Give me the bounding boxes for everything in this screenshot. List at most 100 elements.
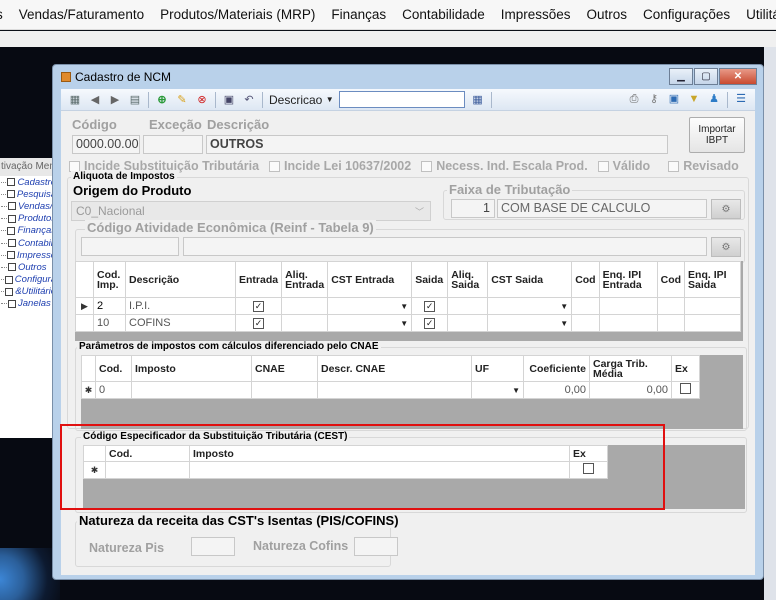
filter-icon[interactable]: ▼ [687,92,701,106]
maximize-button[interactable]: ▢ [694,68,718,85]
table-row[interactable]: ✱ 0 ▼ 0,00 0,00 [81,381,700,399]
navigation-tree: tivação Men Cadastro Pesquisa Vendas/ Pr… [0,158,56,438]
col-ex[interactable]: Ex [671,355,700,382]
col-cod-saida[interactable]: Cod [656,261,686,298]
excecao-field[interactable] [143,135,203,154]
menu-item-contabilidade[interactable]: Contabilidade [394,0,493,29]
reinf-desc-field[interactable] [183,237,707,256]
tree-item-vendas[interactable]: Vendas/ [0,200,56,212]
col-enq-ipi-saida[interactable]: Enq. IPI Saida [684,261,742,298]
tree-item-utilitarios[interactable]: &Utilitário [0,286,56,298]
col-cst-entrada[interactable]: CST Entrada [327,261,413,298]
new-row-indicator: ✱ [81,381,96,399]
first-record-icon[interactable]: ◀ [88,93,102,107]
col-cod-imp[interactable]: Cod. Imp. [93,261,126,298]
saida-checkbox[interactable]: ✓ [411,314,449,332]
edit-icon[interactable]: ✎ [175,93,189,107]
importar-ibpt-button[interactable]: Importar IBPT [689,117,745,153]
tree-item-cadastro[interactable]: Cadastro [0,176,56,188]
natureza-pis-field[interactable] [191,537,235,556]
col-enq-ipi-entrada[interactable]: Enq. IPI Entrada [598,261,658,298]
codigo-label: Código [72,117,117,132]
tree-item-impressoes[interactable]: Impresso [0,249,56,261]
menu-item-configuracoes[interactable]: Configurações [635,0,738,29]
col-carga-trib[interactable]: Carga Trib. Média [589,355,672,382]
col-entrada[interactable]: Entrada [234,261,283,298]
col-descricao[interactable]: Descrição [125,261,236,298]
key-icon[interactable]: ⚷ [647,92,661,106]
codigo-field[interactable]: 0000.00.00 [72,135,140,154]
natureza-cofins-field[interactable] [354,537,398,556]
incide-lei-checkbox[interactable]: Incide Lei 10637/2002 [269,159,411,173]
menu-item-impressoes[interactable]: Impressões [493,0,579,29]
cst-saida-dropdown[interactable]: ▼ [487,297,573,315]
faixa-pick-icon[interactable]: ⚙ [711,199,741,219]
delete-icon[interactable]: ⊗ [195,93,209,107]
search-field-combo[interactable]: Descricao ▼ [266,93,337,107]
col-coeficiente[interactable]: Coeficiente [523,355,590,382]
menu-item-s[interactable]: s [0,0,11,29]
necess-escala-checkbox[interactable]: Necess. Ind. Escala Prod. [421,159,588,173]
app-icon [61,72,71,82]
grid-icon[interactable]: ▦ [68,93,82,107]
origem-combo[interactable]: C0_Nacional ﹀ [71,201,431,221]
list-icon[interactable]: ▤ [128,93,142,107]
tree-item-configuracoes[interactable]: Configura [0,274,56,286]
col-aliq-saida[interactable]: Aliq. Saida [447,261,489,298]
add-icon[interactable]: ⊕ [155,93,169,107]
col-cst-saida[interactable]: CST Saida [487,261,573,298]
menu-item-produtos[interactable]: Produtos/Materiais (MRP) [152,0,323,29]
menu-icon[interactable]: ☰ [734,92,748,106]
background-window-edge [764,47,776,600]
menu-item-financas[interactable]: Finanças [323,0,394,29]
entrada-checkbox[interactable]: ✓ [234,314,283,332]
cst-saida-dropdown[interactable]: ▼ [487,314,573,332]
tree-item-financas[interactable]: Finanças [0,225,56,237]
ex-checkbox[interactable] [671,381,700,399]
export-icon[interactable]: ▣ [667,92,681,106]
col-cod-entrada[interactable]: Cod [571,261,600,298]
tree-item-outros[interactable]: Outros [0,261,56,273]
reinf-code-field[interactable] [81,237,179,256]
faixa-desc-field[interactable]: COM BASE DE CALCULO [497,199,707,218]
table-row[interactable]: 10 COFINS ✓ ▼ ✓ ▼ [75,314,742,332]
tree-item-contabilidade[interactable]: Contabili [0,237,56,249]
search-input[interactable] [338,91,465,108]
search-grid-icon[interactable]: ▦ [471,93,485,107]
col-uf[interactable]: UF [471,355,524,382]
tree-item-pesquisa[interactable]: Pesquisa [0,188,56,200]
cst-entrada-dropdown[interactable]: ▼ [327,314,413,332]
saida-checkbox[interactable]: ✓ [411,297,449,315]
menu-item-outros[interactable]: Outros [579,0,636,29]
entrada-checkbox[interactable]: ✓ [234,297,283,315]
cst-entrada-dropdown[interactable]: ▼ [327,297,413,315]
col-cnae-cod[interactable]: Cod. [95,355,132,382]
col-cnae[interactable]: CNAE [251,355,318,382]
save-icon[interactable]: ▣ [222,93,236,107]
minimize-button[interactable]: ▁ [669,68,693,85]
descricao-field[interactable]: OUTROS [206,135,668,154]
faixa-code-field[interactable]: 1 [451,199,495,218]
col-cnae-imposto[interactable]: Imposto [131,355,252,382]
undo-icon[interactable]: ↶ [242,93,256,107]
last-record-icon[interactable]: ▶ [108,93,122,107]
user-icon[interactable]: ♟ [707,92,721,106]
window-titlebar[interactable]: Cadastro de NCM [53,65,763,89]
menu-item-utilitarios[interactable]: Utilitá [738,0,776,29]
reinf-pick-icon[interactable]: ⚙ [711,237,741,257]
window-controls: ▁ ▢ ✕ [668,68,757,85]
table-row[interactable]: ▶ 2 I.P.I. ✓ ▼ ✓ ▼ [75,297,742,315]
aliquota-group-title: Aliquota de Impostos [71,171,177,182]
uf-dropdown[interactable]: ▼ [471,381,524,399]
tree-item-produtos[interactable]: Produtos [0,213,56,225]
print-icon[interactable]: ⎙ [627,92,641,106]
col-aliq-entrada[interactable]: Aliq. Entrada [281,261,329,298]
close-button[interactable]: ✕ [719,68,757,85]
start-orb[interactable] [0,548,60,600]
tree-item-janelas[interactable]: Janelas [0,298,56,310]
revisado-checkbox[interactable]: Revisado [668,159,739,173]
col-descr-cnae[interactable]: Descr. CNAE [317,355,472,382]
valido-checkbox[interactable]: Válido [597,159,650,173]
col-saida[interactable]: Saida [411,261,449,298]
menu-item-vendas[interactable]: Vendas/Faturamento [11,0,152,29]
